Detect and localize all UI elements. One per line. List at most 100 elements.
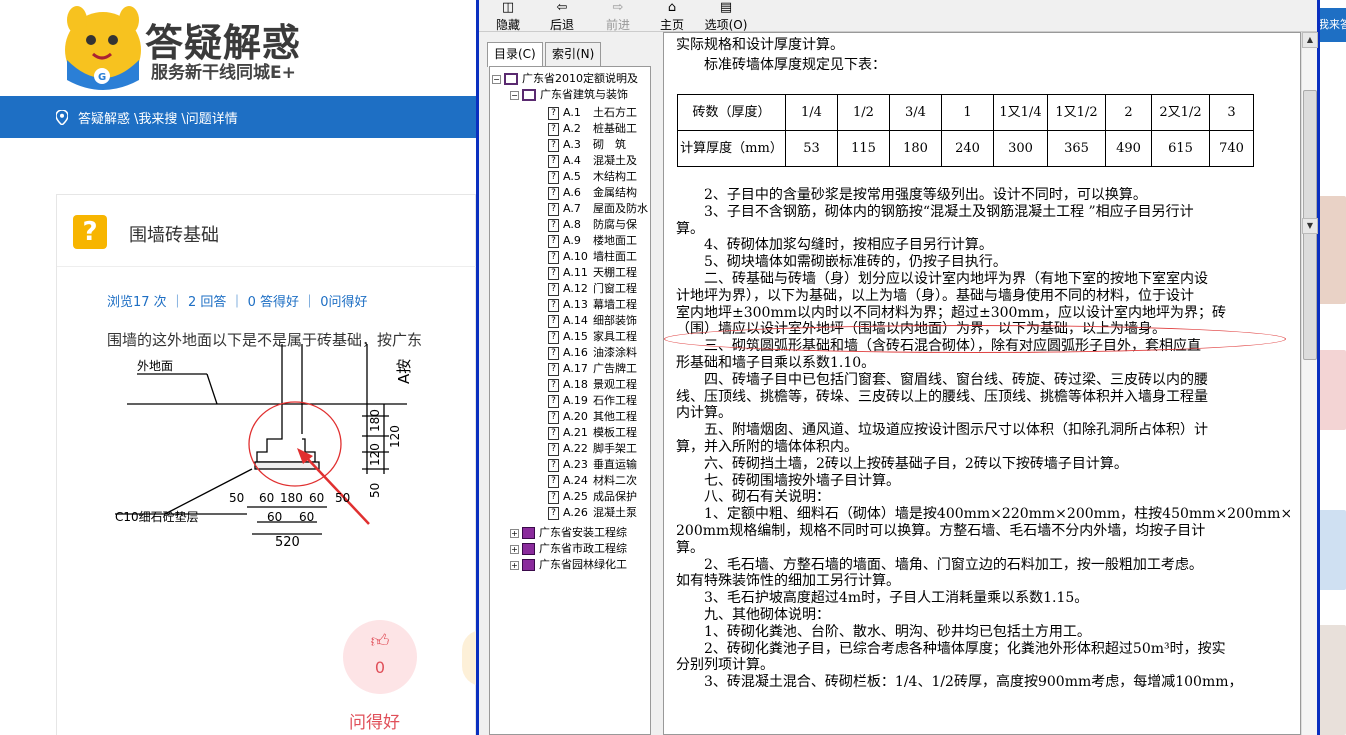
- tree-item[interactable]: ? A.15 家具工程: [548, 329, 637, 345]
- doc-paragraph-line: 2、砖砌化粪池子目，已综合考虑各种墙体厚度；化粪池外形体积超过50m³时，按实: [676, 640, 1226, 657]
- breadcrumb-search[interactable]: \我来搜: [134, 108, 177, 127]
- back-button[interactable]: ⇦ 后退: [545, 0, 579, 32]
- expand-icon[interactable]: +: [510, 544, 519, 554]
- site-logo[interactable]: G 答疑解惑 服务新干线同城E+: [55, 0, 355, 92]
- dim-bottom-4: 50: [335, 491, 350, 505]
- topic-code: A.8: [563, 218, 581, 231]
- tree-item[interactable]: ? A.25 成品保护: [548, 489, 637, 505]
- topic-page-icon: ?: [548, 170, 559, 184]
- doc-paragraph-line: 算，并入所附的墙体体积内。: [676, 439, 858, 455]
- topic-title: 脚手架工: [593, 442, 637, 455]
- home-button[interactable]: ⌂ 主页: [655, 0, 689, 32]
- doc-paragraph-line: 形基础和墙子目乘以系数1.10。: [676, 355, 876, 371]
- question-header: ? 围墙砖基础: [57, 195, 477, 267]
- tree-item[interactable]: ? A.21 模板工程: [548, 425, 637, 441]
- topic-title: 广告牌工: [593, 362, 637, 375]
- vertical-scrollbar[interactable]: ▲ ▼: [1301, 32, 1318, 735]
- tab-contents[interactable]: 目录(C): [487, 42, 543, 67]
- tree-root[interactable]: − 广东省2010定额说明及: [492, 71, 638, 87]
- pane-splitter[interactable]: [653, 32, 663, 735]
- scroll-up-icon[interactable]: ▲: [1302, 32, 1318, 48]
- topic-code: A.15: [563, 330, 588, 343]
- topic-page-icon: ?: [548, 490, 559, 504]
- tree-item[interactable]: ? A.14 细部装饰: [548, 313, 637, 329]
- tree-item[interactable]: ? A.9 楼地面工: [548, 233, 637, 249]
- tree-item[interactable]: ? A.23 垂直运输: [548, 457, 637, 473]
- breadcrumb-detail[interactable]: \问题详情: [181, 108, 237, 127]
- tree-sub[interactable]: − 广东省建筑与装饰: [510, 87, 628, 103]
- topic-code: A.9: [563, 234, 581, 247]
- ad-thumb-4[interactable]: [1318, 625, 1346, 735]
- hide-button[interactable]: ◫ 隐藏: [491, 0, 525, 32]
- topic-title: 墙柱面工: [593, 250, 637, 263]
- tree-item[interactable]: ? A.2 桩基础工: [548, 121, 637, 137]
- doc-paragraph-line: 如有特殊装饰性的细加工另行计算。: [676, 573, 900, 590]
- table-cell: 365: [1047, 130, 1106, 167]
- topic-title: 油漆涂料: [593, 346, 637, 359]
- tree-item[interactable]: ? A.11 天棚工程: [548, 265, 637, 281]
- topic-page-icon: ?: [548, 106, 559, 120]
- options-label: 选项(O): [704, 18, 748, 32]
- tree-item[interactable]: ? A.5 木结构工: [548, 169, 637, 185]
- tree-item[interactable]: ? A.4 混凝土及: [548, 153, 637, 169]
- topic-title: 景观工程: [593, 378, 637, 391]
- doc-paragraph-line: 九、其他砌体说明：: [676, 607, 830, 623]
- tree-book[interactable]: + 广东省园林绿化工: [510, 557, 627, 573]
- expand-icon[interactable]: +: [510, 560, 519, 570]
- tree-item[interactable]: ? A.10 墙柱面工: [548, 249, 637, 265]
- tree-item[interactable]: ? A.22 脚手架工: [548, 441, 637, 457]
- tree-item[interactable]: ? A.1 土石方工: [548, 105, 637, 121]
- tree-book[interactable]: + 广东省安装工程综: [510, 525, 627, 541]
- tree-item[interactable]: ? A.19 石作工程: [548, 393, 637, 409]
- tree-item[interactable]: ? A.8 防腐与保: [548, 217, 637, 233]
- dim-bottom2-0: 60: [267, 510, 282, 524]
- table-cell: 3: [1209, 94, 1254, 131]
- tree-item[interactable]: ? A.12 门窗工程: [548, 281, 637, 297]
- answer-button[interactable]: 我来答: [1318, 8, 1346, 42]
- tree-item[interactable]: ? A.16 油漆涂料: [548, 345, 637, 361]
- tree-item[interactable]: ? A.17 广告牌工: [548, 361, 637, 377]
- ad-thumb-2[interactable]: [1318, 350, 1346, 430]
- tree-book[interactable]: + 广东省市政工程综: [510, 541, 627, 557]
- topic-code: A.25: [563, 490, 588, 503]
- tree-item[interactable]: ? A.7 屋面及防水: [548, 201, 648, 217]
- home-icon: ⌂: [667, 0, 677, 15]
- tab-index[interactable]: 索引(N): [545, 42, 602, 66]
- topic-code: A.19: [563, 394, 588, 407]
- topic-code: A.3: [563, 138, 581, 151]
- tree-item[interactable]: ? A.13 幕墙工程: [548, 297, 637, 313]
- expand-icon[interactable]: +: [510, 528, 519, 538]
- tree-item[interactable]: ? A.20 其他工程: [548, 409, 637, 425]
- options-button[interactable]: ▤ 选项(O): [701, 0, 751, 32]
- right-sidebar: 我来答: [1318, 0, 1346, 735]
- tree-item[interactable]: ? A.6 金属结构: [548, 185, 637, 201]
- hide-label: 隐藏: [495, 18, 520, 32]
- tree-item[interactable]: ? A.18 景观工程: [548, 377, 637, 393]
- dim-bottom-0: 50: [229, 491, 244, 505]
- topic-title: 混凝土泵: [593, 506, 637, 519]
- tree-item[interactable]: ? A.24 材料二次: [548, 473, 637, 489]
- like-question-button[interactable]: 👍︎ 0: [343, 620, 417, 694]
- book-icon: [522, 559, 535, 571]
- collapse-icon[interactable]: −: [510, 90, 519, 100]
- ad-thumb-1[interactable]: [1318, 196, 1346, 304]
- tree-item[interactable]: ? A.3 砌 筑: [548, 137, 626, 153]
- book-icon: [522, 527, 535, 539]
- collapse-icon[interactable]: −: [492, 74, 501, 84]
- doc-paragraph-line: 4、砖砌体加浆勾缝时，按相应子目另行计算。: [676, 237, 993, 254]
- doc-paragraph-line: 六、砖砌挡土墙，2砖以上按砖基础子目，2砖以下按砖墙子目计算。: [676, 455, 1128, 472]
- tree-item[interactable]: ? A.26 混凝土泵: [548, 505, 637, 521]
- dim-bottom-3: 60: [309, 491, 324, 505]
- forward-icon: ⇨: [612, 0, 624, 15]
- scroll-down-icon[interactable]: ▼: [1302, 218, 1318, 234]
- topic-code: A.14: [563, 314, 588, 327]
- thickness-table: 砖数（厚度） 1/4 1/2 3/4 1 1又1/4 1又1/2 2 2又1/2 3 计算厚度（m…: [677, 94, 1254, 167]
- breadcrumb-home[interactable]: 答疑解惑: [78, 108, 130, 127]
- forward-button[interactable]: ⇨ 前进: [601, 0, 635, 32]
- doc-paragraph-line: 计地坪为界），以下为基础，以上为墙（身）。基础与墙身使用不同的材料，位于设计: [676, 287, 1194, 304]
- ad-thumb-3[interactable]: [1318, 510, 1346, 590]
- topic-code: A.26: [563, 506, 588, 519]
- topic-code: A.22: [563, 442, 588, 455]
- question-title: 围墙砖基础: [129, 225, 219, 246]
- table-cell: 53: [785, 130, 838, 167]
